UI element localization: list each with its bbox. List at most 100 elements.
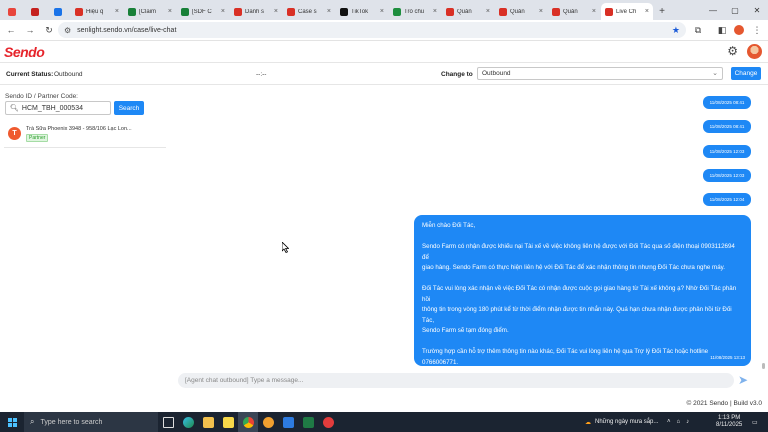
clock-time: 1:13 PM <box>717 415 741 421</box>
browser-tab[interactable]: [Claim × <box>124 3 176 20</box>
close-tab-icon[interactable]: × <box>592 8 596 15</box>
status-timer: --:-- <box>256 71 267 78</box>
close-tab-icon[interactable]: × <box>274 8 278 15</box>
profile-icon[interactable] <box>731 22 747 38</box>
tab-title: [Claim <box>139 8 157 15</box>
browser-tab[interactable]: Quản × <box>548 3 600 20</box>
browser-tab[interactable]: Case s × <box>283 3 335 20</box>
browser-tab[interactable] <box>2 3 24 20</box>
browser-tab[interactable] <box>48 3 70 20</box>
tab-title: Live Ch <box>616 8 637 15</box>
close-tab-icon[interactable]: × <box>539 8 543 15</box>
browser-menu-icon[interactable]: ⋮ <box>749 22 765 38</box>
reload-icon[interactable]: ↻ <box>41 22 57 38</box>
bookmark-star-icon[interactable]: ★ <box>672 25 680 36</box>
notification-icon[interactable]: ▭ <box>752 412 758 432</box>
close-tab-icon[interactable]: × <box>221 8 225 15</box>
search-input-value: HCM_TBH_000534 <box>21 104 83 112</box>
tab-favicon-icon <box>287 7 295 16</box>
close-tab-icon[interactable]: × <box>168 8 172 15</box>
partner-badge: Partner <box>26 134 49 142</box>
file-explorer-icon[interactable] <box>198 412 218 432</box>
maximize-window-button[interactable]: ▢ <box>724 0 746 20</box>
app-icon-orange[interactable] <box>258 412 278 432</box>
message-line: Sendo Farm có nhận được khiếu nại Tài xế… <box>422 243 735 261</box>
message-line: Trường hợp cần hỗ trợ thêm thông tin nào… <box>422 348 709 366</box>
close-window-button[interactable]: ✕ <box>746 0 768 20</box>
tab-title: Danh s <box>245 8 265 15</box>
search-button[interactable]: Search <box>114 101 144 115</box>
message-input[interactable]: [Agent chat outbound] Type a message... <box>178 373 734 388</box>
tray-chevron-icon[interactable]: ˄ <box>667 419 671 425</box>
taskbar-search[interactable]: ⌕ Type here to search <box>24 412 158 432</box>
tab-title: Quản <box>457 8 472 15</box>
tab-title: [SDF C <box>192 8 212 15</box>
message-line: Trung tâm Chăm Sóc Khách hàng Sendo Farm <box>422 390 552 397</box>
tab-favicon-icon <box>234 7 242 16</box>
scrollbar-thumb[interactable] <box>762 363 765 369</box>
address-bar[interactable]: ⚙ senlight.sendo.vn/case/live-chat ★ <box>58 22 686 38</box>
close-tab-icon[interactable]: × <box>486 8 490 15</box>
excel-icon[interactable] <box>298 412 318 432</box>
taskbar-clock[interactable]: 1:13 PM 8/11/2025 <box>716 412 742 432</box>
chrome-icon[interactable] <box>238 412 258 432</box>
weather-widget[interactable]: ☁ Những ngày mưa sắp... <box>585 412 658 432</box>
conversation-avatar: T <box>8 127 21 140</box>
network-icon[interactable]: ⌂ <box>677 419 681 425</box>
app-icon-blue[interactable] <box>278 412 298 432</box>
app-icon-red[interactable] <box>318 412 338 432</box>
sendo-logo[interactable]: Sendo <box>4 44 45 60</box>
browser-tab[interactable]: Hiệu q × <box>71 3 123 20</box>
volume-icon[interactable]: ♪ <box>686 419 689 425</box>
close-tab-icon[interactable]: × <box>645 8 649 15</box>
system-tray: ˄ ⌂ ♪ <box>667 412 689 432</box>
tab-favicon-icon <box>552 7 560 16</box>
task-view-icon[interactable] <box>158 412 178 432</box>
minimize-window-button[interactable]: — <box>702 0 724 20</box>
browser-tab[interactable]: TikTok × <box>336 3 388 20</box>
tab-title: TikTok <box>351 8 369 15</box>
close-tab-icon[interactable]: × <box>327 8 331 15</box>
browser-tab[interactable]: Quản × <box>442 3 494 20</box>
conversation-list-item[interactable]: T Trà Sữa Phoenix 3948 - 958/106 Lạc Lon… <box>4 122 166 148</box>
browser-tab[interactable]: Danh s × <box>230 3 282 20</box>
clock-date: 8/11/2025 <box>716 422 743 428</box>
browser-tab[interactable]: [SDF C × <box>177 3 229 20</box>
change-to-select[interactable]: Outbound ⌄ <box>477 67 723 80</box>
close-tab-icon[interactable]: × <box>433 8 437 15</box>
back-icon[interactable]: ← <box>3 22 19 38</box>
chat-scrollbar[interactable] <box>761 85 766 370</box>
extensions-icon[interactable]: ⧉ <box>690 22 706 38</box>
conversation-name: Trà Sữa Phoenix 3948 - 958/106 Lạc Lon..… <box>26 126 132 132</box>
sticky-notes-icon[interactable] <box>218 412 238 432</box>
browser-tab[interactable]: Trò chu × <box>389 3 441 20</box>
settings-gear-icon[interactable]: ⚙ <box>727 44 738 58</box>
tab-title: Quản <box>510 8 525 15</box>
windows-start-icon[interactable] <box>0 412 24 432</box>
browser-tab-bar: Hiệu q × [Claim × [SDF C × Danh s × Case s × TikTo… <box>0 0 768 20</box>
browser-tab[interactable] <box>25 3 47 20</box>
change-status-button[interactable]: Change <box>731 67 761 80</box>
message-line: Đối Tác vui lòng xác nhận về việc Đối Tá… <box>422 285 737 303</box>
close-tab-icon[interactable]: × <box>380 8 384 15</box>
send-icon[interactable]: ➤ <box>738 373 748 387</box>
sidebar-icon[interactable]: ◧ <box>714 22 730 38</box>
edge-icon[interactable] <box>178 412 198 432</box>
taskbar-search-placeholder: Type here to search <box>40 418 103 426</box>
weather-icon: ☁ <box>585 419 591 426</box>
forward-icon[interactable]: → <box>22 22 38 38</box>
close-tab-icon[interactable]: × <box>115 8 119 15</box>
tab-favicon-icon <box>128 7 136 16</box>
current-status-label: Current Status: <box>6 71 54 78</box>
change-to-selected-value: Outbound <box>482 70 511 77</box>
search-icon: 🔍︎ <box>10 105 19 112</box>
user-avatar[interactable] <box>747 44 762 59</box>
tab-favicon-icon <box>7 7 16 16</box>
message-line: Miễn chào Đối Tác, <box>422 222 476 229</box>
new-tab-button[interactable]: + <box>654 3 670 20</box>
site-info-icon[interactable]: ⚙ <box>64 26 71 35</box>
sendo-id-search-input[interactable]: 🔍︎ HCM_TBH_000534 <box>5 101 111 115</box>
browser-tab[interactable]: Quản × <box>495 3 547 20</box>
app-footer: © 2021 Sendo | Build v3.0 <box>686 400 762 407</box>
browser-tab[interactable]: Live Ch × <box>601 3 653 20</box>
